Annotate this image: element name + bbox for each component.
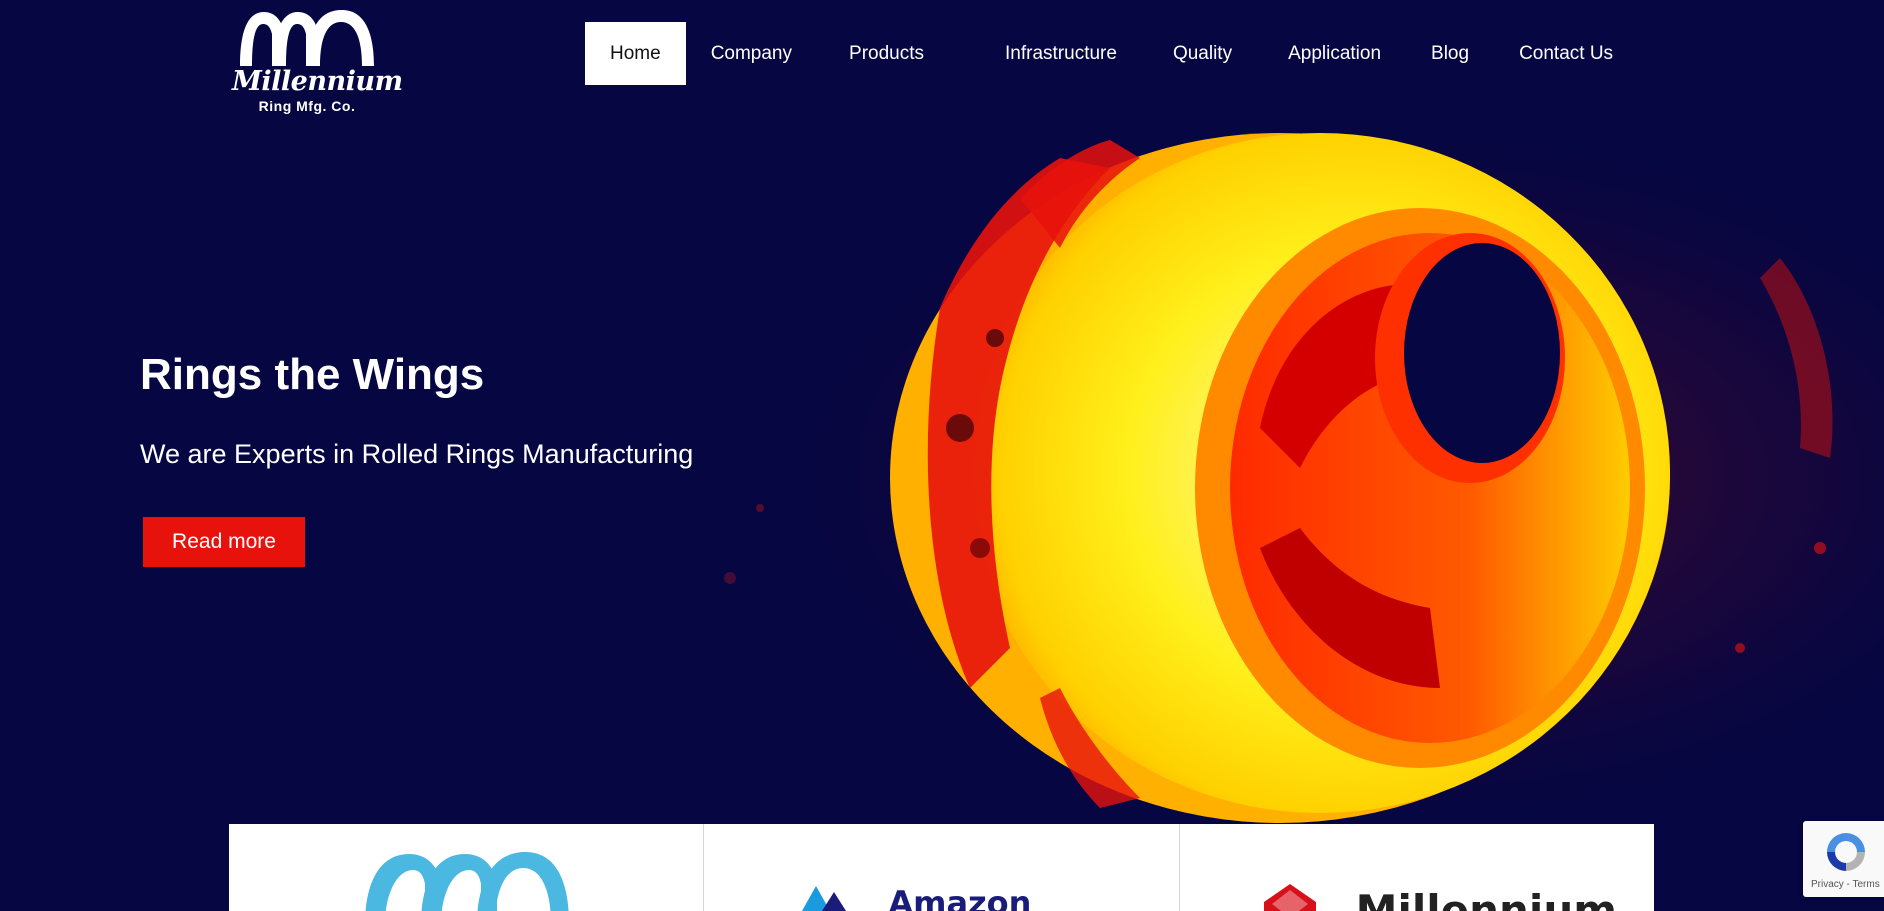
rings-logo-icon (240, 10, 374, 66)
brand-card-millennium[interactable]: Millennium (1180, 824, 1654, 911)
brand-card-amazon-label: Amazon (888, 884, 1032, 911)
recaptcha-icon (1827, 833, 1865, 871)
hero-title: Rings the Wings (140, 350, 485, 399)
site-logo[interactable]: Millennium Ring Mfg. Co. (232, 6, 403, 118)
nav-item-home[interactable]: Home (585, 22, 686, 85)
rings-logo-icon (365, 852, 569, 911)
logo-tagline: Ring Mfg. Co. (258, 98, 356, 114)
brand-cards-strip: Amazon Millennium (229, 824, 1654, 911)
nav-item-contact-us[interactable]: Contact Us (1519, 22, 1638, 85)
hero-subtitle: We are Experts in Rolled Rings Manufactu… (140, 439, 694, 469)
nav-item-application[interactable]: Application (1288, 22, 1431, 85)
recaptcha-badge[interactable]: Privacy - Terms (1803, 821, 1884, 897)
recaptcha-links[interactable]: Privacy - Terms (1811, 879, 1880, 890)
nav-item-quality[interactable]: Quality (1173, 22, 1288, 85)
brand-card-amazon[interactable]: Amazon (704, 824, 1180, 911)
main-nav: Home Company Products Infrastructure Qua… (585, 22, 1638, 85)
hero-hot-ring-image (640, 128, 1884, 825)
logo-brand-name: Millennium (232, 66, 403, 97)
nav-item-products[interactable]: Products (817, 22, 980, 85)
drop-logo-icon (802, 886, 847, 911)
nav-item-infrastructure[interactable]: Infrastructure (980, 22, 1173, 85)
nav-item-company[interactable]: Company (686, 22, 817, 85)
brand-card-millennium-rings[interactable] (229, 824, 705, 911)
brand-card-millennium-label: Millennium (1355, 886, 1617, 911)
nav-item-blog[interactable]: Blog (1431, 22, 1519, 85)
read-more-button[interactable]: Read more (143, 517, 305, 567)
shield-logo-icon (1263, 884, 1316, 911)
